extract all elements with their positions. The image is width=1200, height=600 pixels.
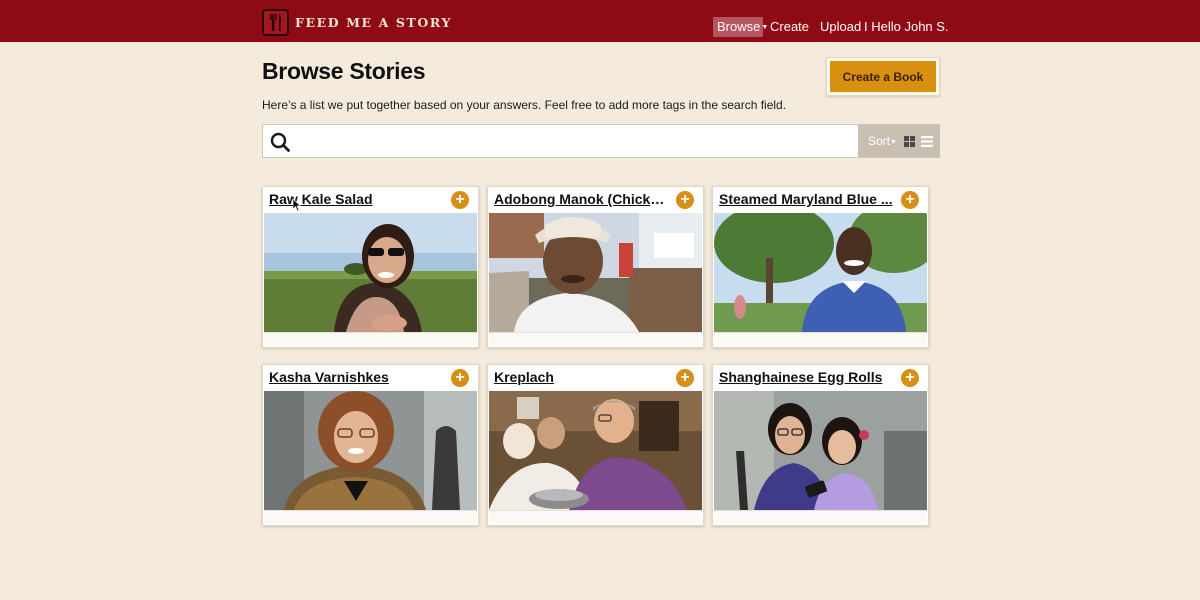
sort-dropdown[interactable]: Sort▼ [868, 134, 897, 148]
mother-daughter-icon [714, 391, 927, 510]
card-footer [264, 332, 477, 346]
site-logo[interactable]: FEED ME A STORY [262, 9, 452, 36]
create-book-label: Create a Book [830, 61, 936, 92]
add-story-button[interactable]: + [451, 191, 469, 209]
mouse-cursor-icon [293, 199, 301, 211]
add-story-button[interactable]: + [901, 369, 919, 387]
plus-icon: + [455, 191, 465, 208]
story-title[interactable]: Shanghainese Egg Rolls [719, 369, 897, 385]
plus-icon: + [680, 191, 690, 208]
add-story-button[interactable]: + [451, 369, 469, 387]
search-bar: Sort▼ [262, 124, 940, 158]
page-title: Browse Stories [262, 58, 426, 84]
nav-browse-label: Browse [717, 19, 761, 34]
caret-down-icon: ▼ [761, 24, 769, 31]
story-photo[interactable] [714, 391, 927, 510]
plus-icon: + [680, 369, 690, 386]
nav-create[interactable]: Create [770, 17, 809, 37]
fork-knife-icon [262, 9, 289, 36]
woman-sunglasses-field-icon [264, 213, 477, 332]
nav-user-greeting[interactable]: I Hello John S. [864, 17, 949, 37]
man-blue-shirt-park-icon [714, 213, 927, 332]
search-tools: Sort▼ [858, 125, 940, 157]
top-nav-bar: FEED ME A STORY Browse▼ Create Upload I … [0, 0, 1200, 42]
create-book-button[interactable]: Create a Book [826, 57, 940, 96]
story-title[interactable]: Steamed Maryland Blue ... [719, 191, 897, 207]
sort-label: Sort [868, 134, 891, 148]
nav-browse[interactable]: Browse▼ [713, 17, 768, 37]
add-story-button[interactable]: + [676, 191, 694, 209]
card-footer [489, 332, 702, 346]
story-card[interactable]: Steamed Maryland Blue ... + [712, 186, 929, 348]
nav-upload[interactable]: Upload [820, 17, 861, 37]
add-story-button[interactable]: + [901, 191, 919, 209]
page-subtitle: Here’s a list we put together based on y… [262, 98, 787, 112]
plus-icon: + [905, 369, 915, 386]
story-title[interactable]: Kreplach [494, 369, 672, 385]
story-photo[interactable] [489, 391, 702, 510]
list-view-icon[interactable] [921, 136, 933, 147]
logo-text: FEED ME A STORY [295, 15, 453, 30]
card-footer [714, 510, 927, 524]
woman-curly-hair-icon [264, 391, 477, 510]
cooking-group-kitchen-icon [489, 391, 702, 510]
plus-icon: + [455, 369, 465, 386]
card-footer [489, 510, 702, 524]
card-footer [714, 332, 927, 346]
add-story-button[interactable]: + [676, 369, 694, 387]
story-photo[interactable] [264, 213, 477, 332]
plus-icon: + [905, 191, 915, 208]
story-card[interactable]: Adobong Manok (Chicken.. + [487, 186, 704, 348]
caret-down-icon: ▼ [890, 139, 897, 146]
story-title[interactable]: Kasha Varnishkes [269, 369, 447, 385]
search-icon [270, 132, 290, 152]
grid-view-icon[interactable] [904, 136, 915, 147]
man-bucket-hat-market-icon [489, 213, 702, 332]
story-card[interactable]: Shanghainese Egg Rolls + [712, 364, 929, 526]
story-title[interactable]: Adobong Manok (Chicken.. [494, 191, 672, 207]
card-footer [264, 510, 477, 524]
story-card[interactable]: Kreplach + [487, 364, 704, 526]
story-photo[interactable] [264, 391, 477, 510]
story-card[interactable]: Kasha Varnishkes + [262, 364, 479, 526]
search-input[interactable] [297, 127, 855, 155]
story-photo[interactable] [489, 213, 702, 332]
story-photo[interactable] [714, 213, 927, 332]
